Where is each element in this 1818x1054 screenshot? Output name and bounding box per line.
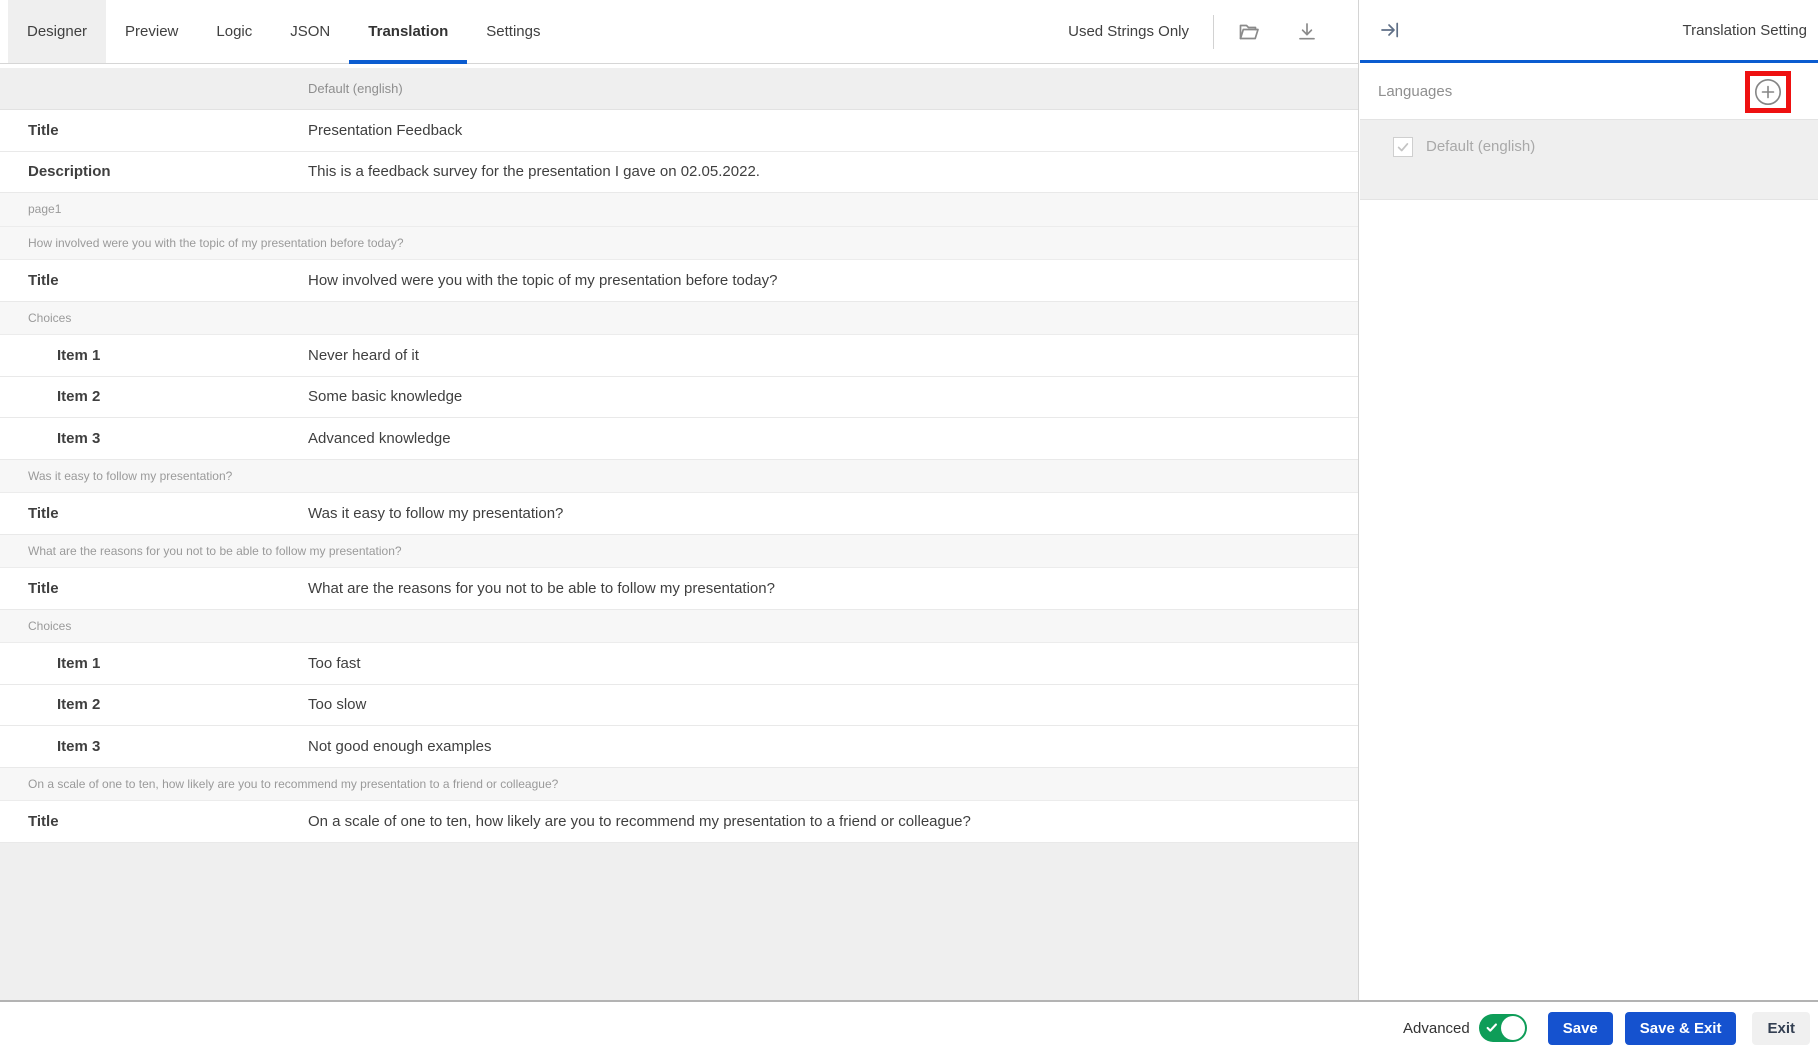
- row-label: Item 1: [0, 655, 308, 672]
- check-icon: [1396, 140, 1410, 154]
- section-header-choices: Choices: [0, 610, 1358, 644]
- exit-button[interactable]: Exit: [1752, 1012, 1810, 1045]
- tab-json-label: JSON: [290, 23, 330, 40]
- table-row: Item 2 Too slow: [0, 685, 1358, 727]
- row-label: Title: [0, 580, 308, 597]
- table-empty-area: [0, 843, 1358, 1001]
- section-header-question: What are the reasons for you not to be a…: [0, 535, 1358, 569]
- tab-preview[interactable]: Preview: [106, 0, 197, 63]
- add-language-highlight-box: [1745, 71, 1791, 113]
- import-csv-button[interactable]: [1236, 19, 1262, 45]
- advanced-toggle-label: Advanced: [1403, 1020, 1470, 1037]
- row-label: Description: [0, 163, 308, 180]
- translation-value-cell[interactable]: This is a feedback survey for the presen…: [308, 163, 760, 180]
- tab-logic-label: Logic: [216, 23, 252, 40]
- translation-value-cell[interactable]: Advanced knowledge: [308, 430, 451, 447]
- collapse-panel-icon: [1378, 18, 1402, 42]
- table-row: Item 3 Advanced knowledge: [0, 418, 1358, 460]
- tab-logic[interactable]: Logic: [197, 0, 271, 63]
- translation-value-cell[interactable]: Not good enough examples: [308, 738, 491, 755]
- tab-translation[interactable]: Translation: [349, 0, 467, 63]
- download-icon: [1295, 20, 1319, 44]
- row-label: Item 3: [0, 430, 308, 447]
- table-row: Title What are the reasons for you not t…: [0, 568, 1358, 610]
- translation-value-cell[interactable]: Some basic knowledge: [308, 388, 462, 405]
- section-header-page: page1: [0, 193, 1358, 227]
- creator-tab-bar: Designer Preview Logic JSON Translation …: [0, 0, 1358, 64]
- translation-value-cell[interactable]: Presentation Feedback: [308, 122, 462, 139]
- toolbar-divider: [1213, 15, 1214, 49]
- footer-bar: Advanced Save Save & Exit Exit: [0, 1000, 1818, 1054]
- translation-value-cell[interactable]: What are the reasons for you not to be a…: [308, 580, 775, 597]
- translation-toolbar: Used Strings Only: [1068, 0, 1358, 63]
- section-header-question: Was it easy to follow my presentation?: [0, 460, 1358, 494]
- folder-open-icon: [1237, 20, 1261, 44]
- advanced-toggle[interactable]: [1479, 1014, 1527, 1042]
- plus-circle-icon: [1754, 78, 1782, 106]
- save-button[interactable]: Save: [1548, 1012, 1613, 1045]
- translation-value-cell[interactable]: Was it easy to follow my presentation?: [308, 505, 563, 522]
- add-language-button[interactable]: [1754, 78, 1782, 106]
- table-row: Title Was it easy to follow my presentat…: [0, 493, 1358, 535]
- toggle-check-icon: [1485, 1021, 1499, 1035]
- tab-settings[interactable]: Settings: [467, 0, 559, 63]
- export-csv-button[interactable]: [1294, 19, 1320, 45]
- default-language-row: Default (english): [1360, 120, 1818, 200]
- row-label: Title: [0, 505, 308, 522]
- translation-value-cell[interactable]: Never heard of it: [308, 347, 419, 364]
- row-label: Item 2: [0, 696, 308, 713]
- table-row: Title How involved were you with the top…: [0, 260, 1358, 302]
- languages-label: Languages: [1378, 83, 1452, 100]
- default-language-label: Default (english): [1426, 137, 1535, 157]
- default-language-checkbox[interactable]: [1393, 137, 1413, 157]
- translation-value-cell[interactable]: Too slow: [308, 696, 366, 713]
- table-row: Item 1 Never heard of it: [0, 335, 1358, 377]
- section-header-choices: Choices: [0, 302, 1358, 336]
- used-strings-only-button[interactable]: Used Strings Only: [1068, 23, 1189, 40]
- table-row: Item 3 Not good enough examples: [0, 726, 1358, 768]
- language-column-header: Default (english): [0, 68, 1358, 110]
- tab-translation-label: Translation: [368, 23, 448, 40]
- tab-designer-label: Designer: [27, 23, 87, 40]
- row-label: Title: [0, 272, 308, 289]
- toggle-knob: [1501, 1016, 1525, 1040]
- row-label: Item 1: [0, 347, 308, 364]
- table-row: Item 2 Some basic knowledge: [0, 377, 1358, 419]
- panel-title: Translation Setting: [1682, 22, 1807, 39]
- translation-value-cell[interactable]: Too fast: [308, 655, 361, 672]
- language-column-header-label: Default (english): [308, 81, 403, 96]
- table-row: Item 1 Too fast: [0, 643, 1358, 685]
- tab-settings-label: Settings: [486, 23, 540, 40]
- tab-preview-label: Preview: [125, 23, 178, 40]
- translation-value-cell[interactable]: On a scale of one to ten, how likely are…: [308, 813, 971, 830]
- save-and-exit-button[interactable]: Save & Exit: [1625, 1012, 1737, 1045]
- translation-editor-area: Designer Preview Logic JSON Translation …: [0, 0, 1359, 1000]
- tab-json[interactable]: JSON: [271, 0, 349, 63]
- languages-header-row: Languages: [1360, 63, 1818, 120]
- translation-value-cell[interactable]: How involved were you with the topic of …: [308, 272, 777, 289]
- row-label: Title: [0, 813, 308, 830]
- row-label: Item 3: [0, 738, 308, 755]
- panel-header: Translation Setting: [1360, 0, 1818, 60]
- table-row: Title On a scale of one to ten, how like…: [0, 801, 1358, 843]
- table-row: Title Presentation Feedback: [0, 110, 1358, 152]
- section-header-question: On a scale of one to ten, how likely are…: [0, 768, 1358, 802]
- collapse-panel-button[interactable]: [1377, 17, 1403, 43]
- row-label: Title: [0, 122, 308, 139]
- translation-settings-panel: Translation Setting Languages Default (e…: [1360, 0, 1818, 1000]
- table-row: Description This is a feedback survey fo…: [0, 152, 1358, 194]
- tab-designer[interactable]: Designer: [8, 0, 106, 63]
- section-header-question: How involved were you with the topic of …: [0, 227, 1358, 261]
- row-label: Item 2: [0, 388, 308, 405]
